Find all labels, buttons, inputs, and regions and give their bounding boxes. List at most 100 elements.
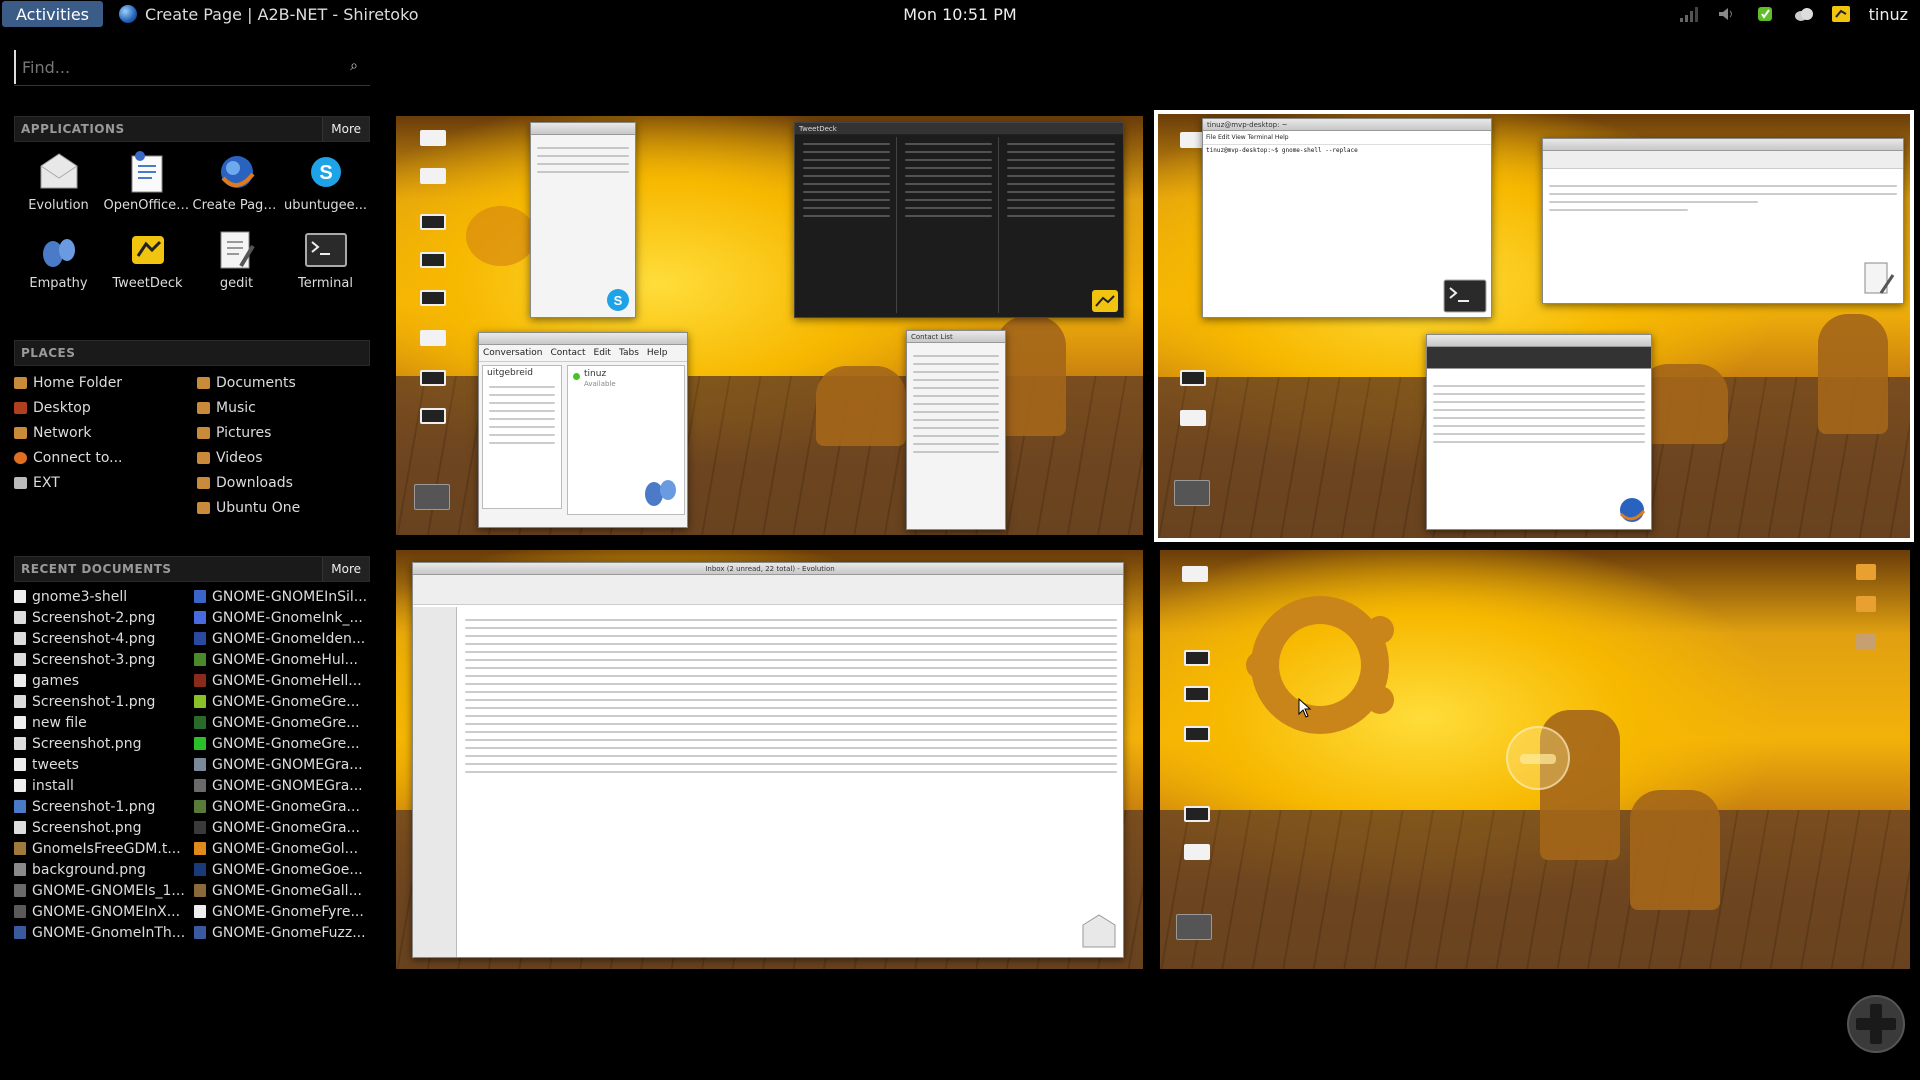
app-openoffice[interactable]: OpenOffice.... <box>103 150 192 220</box>
workspace-1[interactable]: S TweetDeck Conversation Contact Edit Ta… <box>396 116 1143 535</box>
recent-document[interactable]: gnome3-shell <box>14 586 194 607</box>
recent-document[interactable]: Screenshot-3.png <box>14 649 194 670</box>
desktop-icon[interactable] <box>1184 844 1210 860</box>
window-gedit[interactable] <box>1542 138 1904 304</box>
desktop-icon[interactable] <box>420 130 446 146</box>
app-tweetdeck[interactable]: TweetDeck <box>103 228 192 298</box>
window-evolution[interactable]: Inbox (2 unread, 22 total) - Evolution <box>412 562 1124 958</box>
recent-document[interactable]: Screenshot-2.png <box>14 607 194 628</box>
recent-document[interactable]: Screenshot.png <box>14 733 194 754</box>
recent-document[interactable]: GNOME-GNOMEIs_1... <box>14 880 194 901</box>
recent-document[interactable]: install <box>14 775 194 796</box>
desktop-icon[interactable] <box>420 214 446 230</box>
menu-item[interactable]: Contact <box>551 348 586 358</box>
recent-document[interactable]: GNOME-GNOMEInSil... <box>194 586 370 607</box>
recent-document[interactable]: GNOME-GnomeFuzz... <box>194 922 370 943</box>
volume-icon[interactable] <box>1717 5 1737 23</box>
recent-document[interactable]: GNOME-GnomeGre... <box>194 733 370 754</box>
desktop-icon[interactable] <box>420 168 446 184</box>
place-music[interactable]: Music <box>197 395 370 420</box>
desktop-icon[interactable] <box>1184 726 1210 742</box>
workspace-3[interactable]: Inbox (2 unread, 22 total) - Evolution <box>396 550 1143 969</box>
recent-document[interactable]: GNOME-GNOMEInX... <box>14 901 194 922</box>
place-ext[interactable]: EXT <box>14 470 197 495</box>
place-ubuntu-one[interactable]: Ubuntu One <box>197 495 370 520</box>
recent-document[interactable]: GNOME-GNOMEGra... <box>194 754 370 775</box>
recent-document[interactable]: Screenshot-1.png <box>14 691 194 712</box>
applications-more-button[interactable]: More <box>322 117 369 141</box>
desktop-icon[interactable] <box>1182 566 1208 582</box>
recent-document[interactable]: GNOME-GnomeInk_... <box>194 607 370 628</box>
app-firefox[interactable]: Create Page... <box>192 150 281 220</box>
recent-document[interactable]: GNOME-GnomeGoe... <box>194 859 370 880</box>
network-signal-icon[interactable] <box>1679 5 1699 23</box>
desktop-icon[interactable] <box>420 370 446 386</box>
recent-document[interactable]: GNOME-GnomeFyre... <box>194 901 370 922</box>
recent-document[interactable]: tweets <box>14 754 194 775</box>
desktop-icon[interactable] <box>1856 596 1876 612</box>
place-home-folder[interactable]: Home Folder <box>14 370 197 395</box>
app-skype[interactable]: S ubuntugee... <box>281 150 370 220</box>
menu-item[interactable]: Edit <box>594 348 611 358</box>
desktop-icon[interactable] <box>414 484 450 510</box>
menu-item[interactable]: Conversation <box>483 348 543 358</box>
recent-document[interactable]: GNOME-GnomeGre... <box>194 691 370 712</box>
app-empathy[interactable]: Empathy <box>14 228 103 298</box>
recent-document[interactable]: GNOME-GNOMEGra... <box>194 775 370 796</box>
window-contact-list[interactable]: Contact List <box>906 330 1006 530</box>
place-documents[interactable]: Documents <box>197 370 370 395</box>
desktop-icon[interactable] <box>1856 634 1876 650</box>
recent-document[interactable]: Screenshot-4.png <box>14 628 194 649</box>
window-terminal[interactable]: tinuz@mvp-desktop: ~ File Edit View Term… <box>1202 118 1492 318</box>
recent-document[interactable]: GNOME-GnomeIden... <box>194 628 370 649</box>
recent-document[interactable]: new file <box>14 712 194 733</box>
user-menu[interactable]: tinuz <box>1869 5 1908 24</box>
recent-document[interactable]: GnomeIsFreeGDM.t... <box>14 838 194 859</box>
place-network[interactable]: Network <box>14 420 197 445</box>
recent-document[interactable]: games <box>14 670 194 691</box>
place-connect-to[interactable]: Connect to... <box>14 445 197 470</box>
window-tweetdeck[interactable]: TweetDeck <box>794 122 1124 318</box>
desktop-icon[interactable] <box>1184 806 1210 822</box>
recent-document[interactable]: GNOME-GnomeHul... <box>194 649 370 670</box>
recent-document[interactable]: GNOME-GnomeGra... <box>194 817 370 838</box>
desktop-icon[interactable] <box>420 330 446 346</box>
window-skype[interactable]: S <box>530 122 636 318</box>
window-firefox[interactable] <box>1426 334 1652 530</box>
activities-button[interactable]: Activities <box>2 1 103 27</box>
window-empathy-conversation[interactable]: Conversation Contact Edit Tabs Help uitg… <box>478 332 688 528</box>
place-downloads[interactable]: Downloads <box>197 470 370 495</box>
menu-item[interactable]: Tabs <box>619 348 639 358</box>
place-desktop[interactable]: Desktop <box>14 395 197 420</box>
recent-more-button[interactable]: More <box>322 557 369 581</box>
search-box[interactable]: ⌕ <box>14 50 370 86</box>
place-pictures[interactable]: Pictures <box>197 420 370 445</box>
desktop-icon[interactable] <box>1856 564 1876 580</box>
recent-document[interactable]: background.png <box>14 859 194 880</box>
recent-document[interactable]: Screenshot.png <box>14 817 194 838</box>
recent-document[interactable]: GNOME-GnomeInTh... <box>14 922 194 943</box>
menu-item[interactable]: Help <box>647 348 668 358</box>
app-terminal[interactable]: Terminal <box>281 228 370 298</box>
desktop-icon[interactable] <box>1176 914 1212 940</box>
desktop-icon[interactable] <box>420 290 446 306</box>
recent-document[interactable]: GNOME-GnomeGre... <box>194 712 370 733</box>
app-evolution[interactable]: Evolution <box>14 150 103 220</box>
recent-document[interactable]: GNOME-GnomeGall... <box>194 880 370 901</box>
place-videos[interactable]: Videos <box>197 445 370 470</box>
tweetdeck-tray-icon[interactable] <box>1831 5 1851 23</box>
workspace-2[interactable]: tinuz@mvp-desktop: ~ File Edit View Term… <box>1154 110 1914 542</box>
remove-workspace-button[interactable] <box>1506 726 1570 790</box>
workspace-4[interactable] <box>1160 550 1910 969</box>
app-gedit[interactable]: gedit <box>192 228 281 298</box>
search-input[interactable] <box>14 50 370 84</box>
desktop-icon[interactable] <box>1184 650 1210 666</box>
desktop-icon[interactable] <box>1180 410 1206 426</box>
desktop-icon[interactable] <box>1184 686 1210 702</box>
recent-document[interactable]: Screenshot-1.png <box>14 796 194 817</box>
recent-document[interactable]: GNOME-GnomeHell... <box>194 670 370 691</box>
recent-document[interactable]: GNOME-GnomeGra... <box>194 796 370 817</box>
cloud-icon[interactable] <box>1793 5 1813 23</box>
desktop-icon[interactable] <box>1174 480 1210 506</box>
desktop-icon[interactable] <box>420 252 446 268</box>
